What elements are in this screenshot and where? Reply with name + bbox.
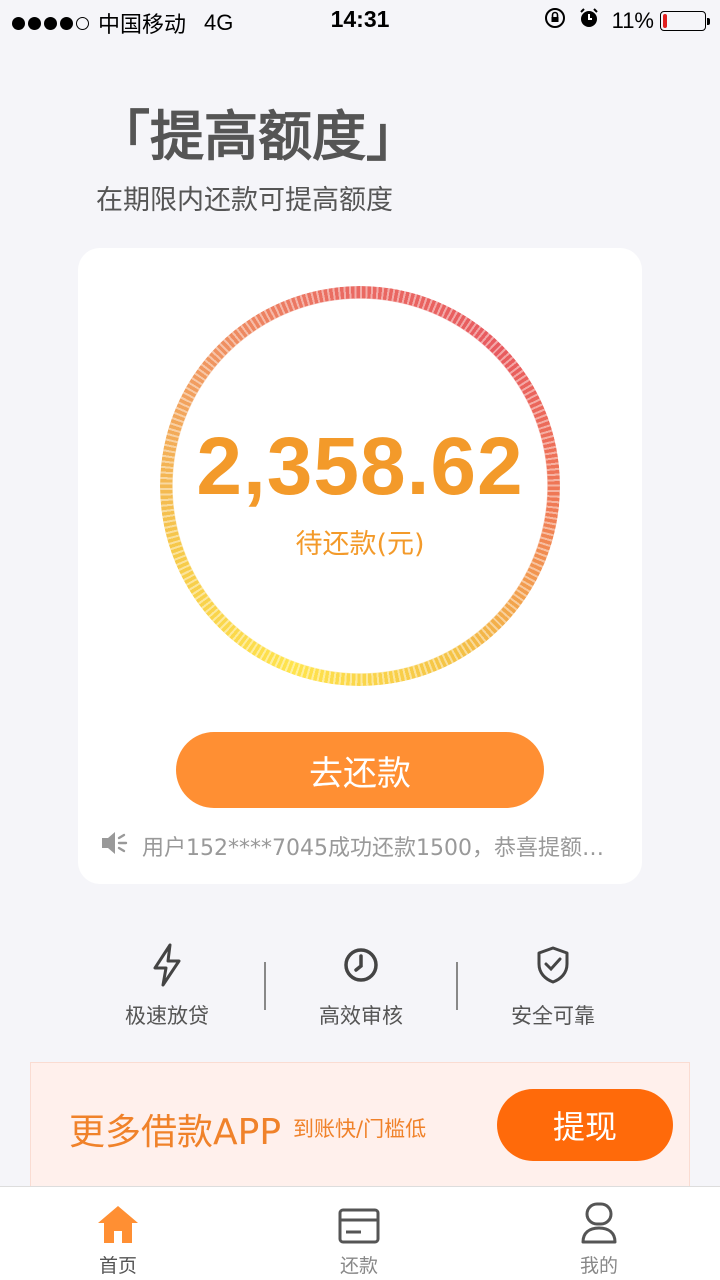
user-icon: [529, 1187, 669, 1245]
tab-mine[interactable]: 我的: [529, 1187, 669, 1280]
lightning-icon: [70, 940, 264, 990]
clock-icon: [264, 940, 458, 990]
promo-title: 更多借款APP: [69, 1112, 282, 1153]
bottom-tab-bar: 首页 还款 我的: [0, 1186, 720, 1280]
pending-amount-label: 待还款(元): [295, 529, 425, 560]
tab-repay[interactable]: 还款: [289, 1187, 429, 1280]
battery-icon: [660, 11, 710, 31]
rotation-lock-icon: [544, 7, 566, 35]
tab-label: 我的: [579, 1255, 618, 1277]
page-subtitle: 在期限内还款可提高额度: [96, 185, 393, 216]
shield-check-icon: [456, 940, 650, 990]
feature-safe-reliable: 安全可靠: [456, 940, 650, 1030]
alarm-icon: [578, 7, 600, 35]
page-title: 「提高额度」: [96, 105, 420, 168]
feature-label: 安全可靠: [511, 1004, 595, 1028]
battery-percent: 11%: [611, 8, 654, 33]
withdraw-button[interactable]: 提现: [497, 1089, 673, 1161]
battery-fill: [663, 14, 667, 28]
speaker-icon: [100, 830, 130, 862]
tab-label: 还款: [339, 1255, 378, 1277]
repay-button[interactable]: 去还款: [176, 732, 544, 808]
feature-efficient-review: 高效审核: [264, 940, 458, 1030]
card-icon: [289, 1187, 429, 1245]
feature-label: 高效审核: [319, 1004, 403, 1028]
promo-subtitle: 到账快/门槛低: [293, 1117, 427, 1141]
feature-label: 极速放贷: [125, 1004, 209, 1028]
home-icon: [48, 1187, 188, 1245]
pending-amount: 2,358.62: [196, 421, 524, 512]
tab-home[interactable]: 首页: [48, 1187, 188, 1280]
more-loan-apps-banner[interactable]: 更多借款APP 到账快/门槛低 提现: [30, 1062, 690, 1192]
feature-fast-loan: 极速放贷: [70, 940, 264, 1030]
notice-text: 用户152****7045成功还款1500，恭喜提额…: [142, 836, 604, 861]
feature-row: 极速放贷 高效审核 安全可靠: [70, 940, 650, 1040]
status-bar: 中国移动 4G 14:31 11%: [0, 0, 720, 40]
tab-label: 首页: [98, 1255, 137, 1277]
repayment-card: 2,358.62 待还款(元) 去还款 用户152****7045成功还款150…: [78, 248, 642, 884]
repayment-notice: 用户152****7045成功还款1500，恭喜提额…: [100, 828, 630, 864]
status-right: 11%: [544, 7, 710, 35]
